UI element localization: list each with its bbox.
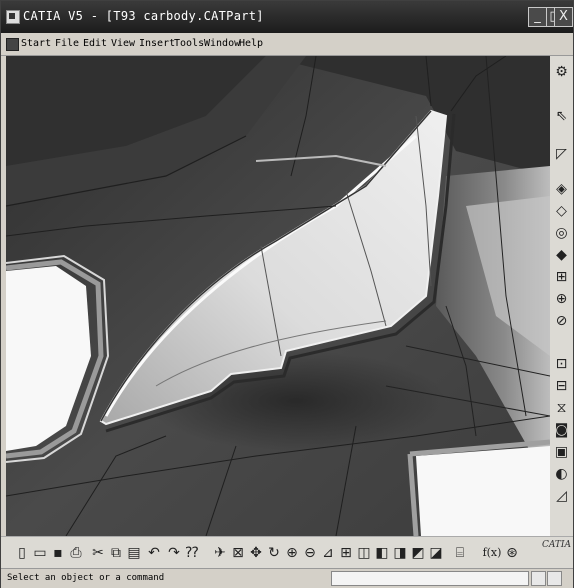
cut-icon[interactable]: ✂ <box>89 544 107 562</box>
menu-bar: Start File Edit View Insert Tools Window… <box>1 33 573 56</box>
status-bar: Select an object or a command <box>1 568 573 588</box>
menu-edit[interactable]: Edit <box>83 38 107 49</box>
close-button[interactable]: X <box>554 7 573 27</box>
catia-app-icon[interactable] <box>6 10 20 24</box>
sketcher-icon[interactable]: ◸ <box>553 146 570 163</box>
fillet-icon[interactable]: ◐ <box>553 466 570 483</box>
surface-icon[interactable]: ◈ <box>553 181 570 198</box>
menu-insert[interactable]: Insert <box>139 38 175 49</box>
menu-start[interactable]: Start <box>21 38 51 49</box>
render-style-icon[interactable]: ◩ <box>409 544 427 562</box>
new-file-icon[interactable]: ▯ <box>13 544 31 562</box>
offset-icon[interactable]: ⊘ <box>553 313 570 330</box>
menu-tools[interactable]: Tools <box>174 38 204 49</box>
fill-icon[interactable]: ⊕ <box>553 291 570 308</box>
extract-icon[interactable]: ▣ <box>553 444 570 461</box>
command-input[interactable] <box>331 571 529 586</box>
pan-icon[interactable]: ✥ <box>247 544 265 562</box>
rotate-icon[interactable]: ↻ <box>265 544 283 562</box>
undo-icon[interactable]: ↶ <box>145 544 163 562</box>
knowledge-icon[interactable]: ⊛ <box>503 544 521 562</box>
sweep-icon[interactable]: ◆ <box>553 247 570 264</box>
command-button-1[interactable] <box>531 571 546 586</box>
fly-mode-icon[interactable]: ✈ <box>211 544 229 562</box>
catia-window: CATIA V5 - [T93 carbody.CATPart] _ □ X S… <box>0 0 574 588</box>
menu-help[interactable]: Help <box>239 38 263 49</box>
multi-view-icon[interactable]: ⊞ <box>337 544 355 562</box>
select-arrow-icon[interactable]: ⇖ <box>553 108 570 125</box>
open-file-icon[interactable]: ▭ <box>31 544 49 562</box>
bottom-toolbar: ▯ ▭ ▪ ⎙ ✂ ⧉ ▤ ↶ ↷ ⁇ ✈ ⊠ ✥ ↻ ⊕ ⊖ ⊿ ⊞ ◫ ◧ … <box>1 536 573 569</box>
right-toolbar: ⚙ ⇖ ◸ ◈ ◇ ◎ ◆ ⊞ ⊕ ⊘ ⊡ ⊟ ⧖ ◙ ▣ ◐ ◿ <box>550 56 573 536</box>
material-icon[interactable]: ◪ <box>427 544 445 562</box>
help-pointer-icon[interactable]: ⁇ <box>183 544 201 562</box>
carbody-model-render[interactable] <box>6 56 550 536</box>
3d-viewport[interactable] <box>6 56 550 536</box>
measure-icon[interactable]: ⌸ <box>451 544 469 562</box>
minimize-button[interactable]: _ <box>528 7 547 27</box>
extrude-icon[interactable]: ◇ <box>553 203 570 220</box>
menu-view[interactable]: View <box>111 38 135 49</box>
trim-icon[interactable]: ◙ <box>553 422 570 439</box>
zoom-in-icon[interactable]: ⊕ <box>283 544 301 562</box>
boolean-icon[interactable]: ⊡ <box>553 356 570 373</box>
menu-window[interactable]: Window <box>204 38 240 49</box>
print-icon[interactable]: ⎙ <box>67 544 85 562</box>
window-title: CATIA V5 - [T93 carbody.CATPart] <box>23 9 264 23</box>
hide-show-icon[interactable]: ◧ <box>373 544 391 562</box>
status-message: Select an object or a command <box>7 573 165 583</box>
isometric-view-icon[interactable]: ◫ <box>355 544 373 562</box>
catia-logo: CATIA <box>542 540 571 550</box>
draft-icon[interactable]: ◿ <box>553 488 570 505</box>
document-menu-icon[interactable] <box>6 38 19 51</box>
split-icon[interactable]: ⧖ <box>553 400 570 417</box>
blend-icon[interactable]: ⊞ <box>553 269 570 286</box>
title-bar[interactable]: CATIA V5 - [T93 carbody.CATPart] _ □ <box>1 1 573 33</box>
gear-icon[interactable]: ⚙ <box>553 64 570 81</box>
paste-icon[interactable]: ▤ <box>125 544 143 562</box>
menu-file[interactable]: File <box>55 38 79 49</box>
swap-space-icon[interactable]: ◨ <box>391 544 409 562</box>
fit-all-icon[interactable]: ⊠ <box>229 544 247 562</box>
copy-icon[interactable]: ⧉ <box>107 544 125 562</box>
save-icon[interactable]: ▪ <box>49 544 67 562</box>
join-icon[interactable]: ⊟ <box>553 378 570 395</box>
command-button-2[interactable] <box>547 571 562 586</box>
revolve-icon[interactable]: ◎ <box>553 225 570 242</box>
redo-icon[interactable]: ↷ <box>165 544 183 562</box>
formula-icon[interactable]: f(x) <box>479 544 505 562</box>
zoom-out-icon[interactable]: ⊖ <box>301 544 319 562</box>
normal-view-icon[interactable]: ⊿ <box>319 544 337 562</box>
